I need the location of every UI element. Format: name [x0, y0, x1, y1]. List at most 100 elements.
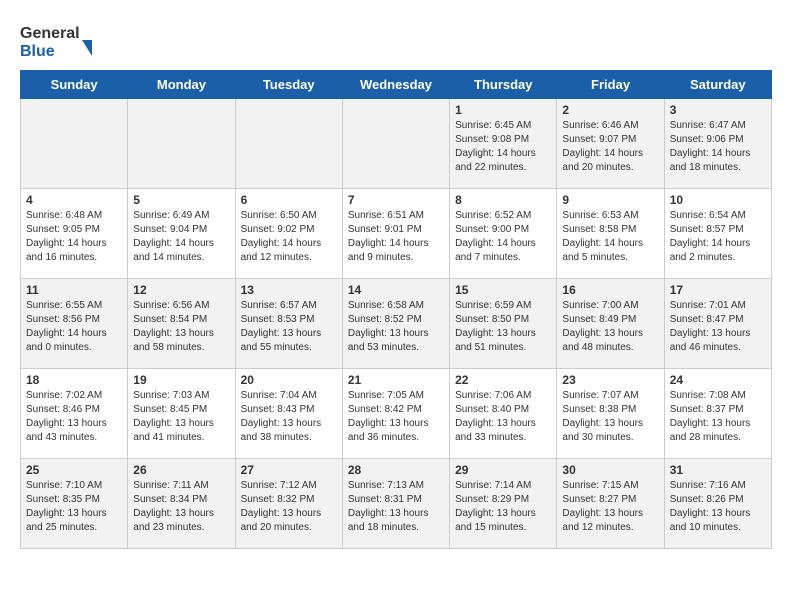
- day-number: 3: [670, 103, 766, 117]
- day-info: Sunrise: 7:00 AM Sunset: 8:49 PM Dayligh…: [562, 299, 658, 355]
- day-header-wednesday: Wednesday: [342, 71, 449, 99]
- day-number: 26: [133, 463, 229, 477]
- calendar-cell: 11Sunrise: 6:55 AM Sunset: 8:56 PM Dayli…: [21, 279, 128, 369]
- day-info: Sunrise: 7:08 AM Sunset: 8:37 PM Dayligh…: [670, 389, 766, 445]
- calendar-cell: [128, 99, 235, 189]
- day-header-sunday: Sunday: [21, 71, 128, 99]
- day-info: Sunrise: 6:55 AM Sunset: 8:56 PM Dayligh…: [26, 299, 122, 355]
- day-info: Sunrise: 7:13 AM Sunset: 8:31 PM Dayligh…: [348, 479, 444, 535]
- day-info: Sunrise: 6:46 AM Sunset: 9:07 PM Dayligh…: [562, 119, 658, 175]
- calendar-cell: 20Sunrise: 7:04 AM Sunset: 8:43 PM Dayli…: [235, 369, 342, 459]
- calendar-cell: 27 Sunrise: 7:12 AM Sunset: 8:32 PM Dayli…: [235, 459, 342, 549]
- day-number: 24: [670, 373, 766, 387]
- day-number: 15: [455, 283, 551, 297]
- calendar-cell: 10Sunrise: 6:54 AM Sunset: 8:57 PM Dayli…: [664, 189, 771, 279]
- calendar-cell: 15 Sunrise: 6:59 AM Sunset: 8:50 PM Dayli…: [450, 279, 557, 369]
- day-header-friday: Friday: [557, 71, 664, 99]
- calendar-cell: 3 Sunrise: 6:47 AM Sunset: 9:06 PM Daylig…: [664, 99, 771, 189]
- day-info: Sunrise: 6:47 AM Sunset: 9:06 PM Dayligh…: [670, 119, 766, 175]
- day-info: Sunrise: 6:56 AM Sunset: 8:54 PM Dayligh…: [133, 299, 229, 355]
- day-number: 1: [455, 103, 551, 117]
- calendar-cell: 30 Sunrise: 7:15 AM Sunset: 8:27 PM Dayli…: [557, 459, 664, 549]
- day-info: Sunrise: 6:52 AM Sunset: 9:00 PM Dayligh…: [455, 209, 551, 265]
- calendar-week-5: 25 Sunrise: 7:10 AM Sunset: 8:35 PM Dayli…: [21, 459, 772, 549]
- day-info: Sunrise: 7:03 AM Sunset: 8:45 PM Dayligh…: [133, 389, 229, 445]
- day-number: 2: [562, 103, 658, 117]
- day-info: Sunrise: 7:06 AM Sunset: 8:40 PM Dayligh…: [455, 389, 551, 445]
- day-number: 31: [670, 463, 766, 477]
- day-number: 8: [455, 193, 551, 207]
- day-info: Sunrise: 6:45 AM Sunset: 9:08 PM Dayligh…: [455, 119, 551, 175]
- day-info: Sunrise: 7:05 AM Sunset: 8:42 PM Dayligh…: [348, 389, 444, 445]
- day-number: 9: [562, 193, 658, 207]
- calendar-cell: 21 Sunrise: 7:05 AM Sunset: 8:42 PM Dayli…: [342, 369, 449, 459]
- calendar-week-4: 18 Sunrise: 7:02 AM Sunset: 8:46 PM Dayli…: [21, 369, 772, 459]
- calendar-table: SundayMondayTuesdayWednesdayThursdayFrid…: [20, 70, 772, 549]
- day-number: 5: [133, 193, 229, 207]
- day-number: 27: [241, 463, 337, 477]
- day-number: 18: [26, 373, 122, 387]
- day-number: 22: [455, 373, 551, 387]
- day-number: 19: [133, 373, 229, 387]
- calendar-week-1: 1 Sunrise: 6:45 AM Sunset: 9:08 PM Daylig…: [21, 99, 772, 189]
- day-number: 29: [455, 463, 551, 477]
- day-number: 12: [133, 283, 229, 297]
- day-number: 7: [348, 193, 444, 207]
- calendar-cell: 26 Sunrise: 7:11 AM Sunset: 8:34 PM Dayli…: [128, 459, 235, 549]
- calendar-cell: 6 Sunrise: 6:50 AM Sunset: 9:02 PM Daylig…: [235, 189, 342, 279]
- calendar-cell: 4Sunrise: 6:48 AM Sunset: 9:05 PM Daylig…: [21, 189, 128, 279]
- calendar-cell: 25 Sunrise: 7:10 AM Sunset: 8:35 PM Dayli…: [21, 459, 128, 549]
- day-number: 25: [26, 463, 122, 477]
- calendar-cell: 23 Sunrise: 7:07 AM Sunset: 8:38 PM Dayli…: [557, 369, 664, 459]
- day-info: Sunrise: 7:16 AM Sunset: 8:26 PM Dayligh…: [670, 479, 766, 535]
- day-number: 20: [241, 373, 337, 387]
- day-info: Sunrise: 7:12 AM Sunset: 8:32 PM Dayligh…: [241, 479, 337, 535]
- day-info: Sunrise: 6:58 AM Sunset: 8:52 PM Dayligh…: [348, 299, 444, 355]
- day-number: 28: [348, 463, 444, 477]
- day-info: Sunrise: 6:48 AM Sunset: 9:05 PM Dayligh…: [26, 209, 122, 265]
- day-number: 13: [241, 283, 337, 297]
- day-info: Sunrise: 6:50 AM Sunset: 9:02 PM Dayligh…: [241, 209, 337, 265]
- day-info: Sunrise: 6:54 AM Sunset: 8:57 PM Dayligh…: [670, 209, 766, 265]
- day-info: Sunrise: 7:14 AM Sunset: 8:29 PM Dayligh…: [455, 479, 551, 535]
- day-info: Sunrise: 6:51 AM Sunset: 9:01 PM Dayligh…: [348, 209, 444, 265]
- header: GeneralBlue: [20, 20, 772, 60]
- day-header-saturday: Saturday: [664, 71, 771, 99]
- day-info: Sunrise: 7:01 AM Sunset: 8:47 PM Dayligh…: [670, 299, 766, 355]
- calendar-cell: 2 Sunrise: 6:46 AM Sunset: 9:07 PM Daylig…: [557, 99, 664, 189]
- calendar-cell: 14Sunrise: 6:58 AM Sunset: 8:52 PM Dayli…: [342, 279, 449, 369]
- day-header-thursday: Thursday: [450, 71, 557, 99]
- calendar-cell: 24 Sunrise: 7:08 AM Sunset: 8:37 PM Dayli…: [664, 369, 771, 459]
- calendar-cell: 9 Sunrise: 6:53 AM Sunset: 8:58 PM Daylig…: [557, 189, 664, 279]
- calendar-cell: 19 Sunrise: 7:03 AM Sunset: 8:45 PM Dayli…: [128, 369, 235, 459]
- day-number: 21: [348, 373, 444, 387]
- calendar-cell: 1 Sunrise: 6:45 AM Sunset: 9:08 PM Daylig…: [450, 99, 557, 189]
- day-number: 6: [241, 193, 337, 207]
- calendar-cell: 28 Sunrise: 7:13 AM Sunset: 8:31 PM Dayli…: [342, 459, 449, 549]
- day-info: Sunrise: 7:10 AM Sunset: 8:35 PM Dayligh…: [26, 479, 122, 535]
- calendar-cell: 5 Sunrise: 6:49 AM Sunset: 9:04 PM Daylig…: [128, 189, 235, 279]
- day-header-monday: Monday: [128, 71, 235, 99]
- calendar-header: SundayMondayTuesdayWednesdayThursdayFrid…: [21, 71, 772, 99]
- day-info: Sunrise: 6:57 AM Sunset: 8:53 PM Dayligh…: [241, 299, 337, 355]
- day-info: Sunrise: 6:53 AM Sunset: 8:58 PM Dayligh…: [562, 209, 658, 265]
- calendar-cell: [342, 99, 449, 189]
- calendar-cell: 17Sunrise: 7:01 AM Sunset: 8:47 PM Dayli…: [664, 279, 771, 369]
- calendar-cell: 22 Sunrise: 7:06 AM Sunset: 8:40 PM Dayli…: [450, 369, 557, 459]
- svg-text:Blue: Blue: [20, 43, 55, 60]
- calendar-cell: 18 Sunrise: 7:02 AM Sunset: 8:46 PM Dayli…: [21, 369, 128, 459]
- day-number: 23: [562, 373, 658, 387]
- day-info: Sunrise: 7:07 AM Sunset: 8:38 PM Dayligh…: [562, 389, 658, 445]
- day-info: Sunrise: 6:59 AM Sunset: 8:50 PM Dayligh…: [455, 299, 551, 355]
- calendar-week-3: 11Sunrise: 6:55 AM Sunset: 8:56 PM Dayli…: [21, 279, 772, 369]
- day-number: 30: [562, 463, 658, 477]
- day-info: Sunrise: 7:02 AM Sunset: 8:46 PM Dayligh…: [26, 389, 122, 445]
- calendar-body: 1 Sunrise: 6:45 AM Sunset: 9:08 PM Daylig…: [21, 99, 772, 549]
- day-info: Sunrise: 7:15 AM Sunset: 8:27 PM Dayligh…: [562, 479, 658, 535]
- logo-icon: GeneralBlue: [20, 20, 100, 60]
- day-info: Sunrise: 7:11 AM Sunset: 8:34 PM Dayligh…: [133, 479, 229, 535]
- day-info: Sunrise: 6:49 AM Sunset: 9:04 PM Dayligh…: [133, 209, 229, 265]
- calendar-week-2: 4Sunrise: 6:48 AM Sunset: 9:05 PM Daylig…: [21, 189, 772, 279]
- calendar-cell: [21, 99, 128, 189]
- calendar-cell: 29 Sunrise: 7:14 AM Sunset: 8:29 PM Dayli…: [450, 459, 557, 549]
